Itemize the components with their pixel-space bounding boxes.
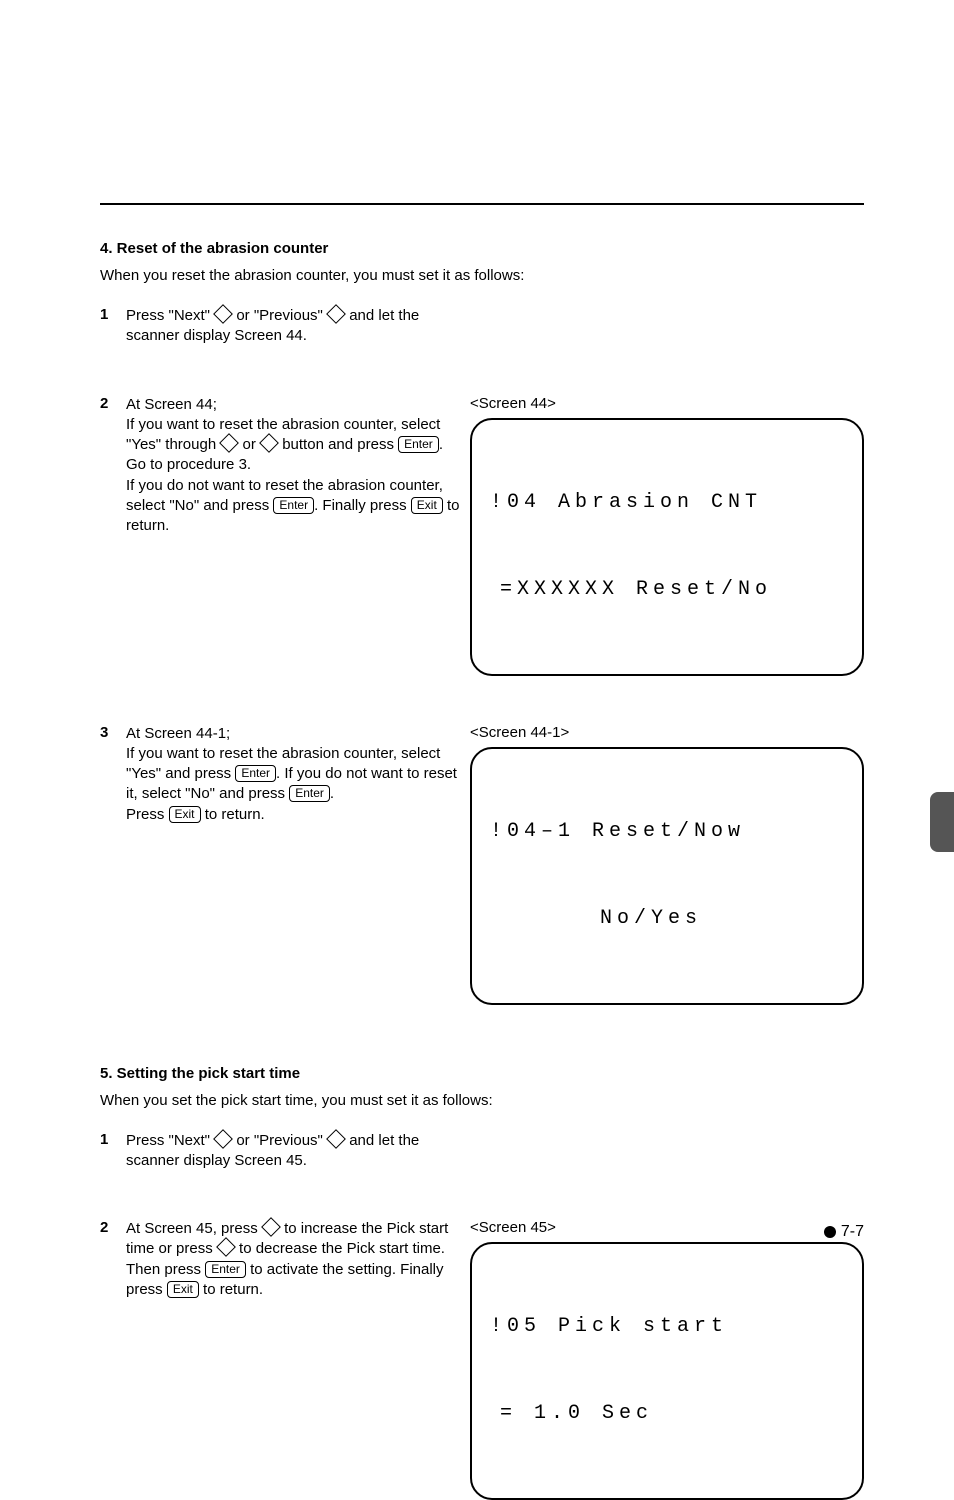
left-arrow-diamond-icon xyxy=(219,433,239,453)
section-4-intro: When you reset the abrasion counter, you… xyxy=(100,267,864,284)
lcd-line: !05 Pick start xyxy=(490,1312,844,1341)
section-5-intro: When you set the pick start time, you mu… xyxy=(100,1092,864,1109)
step-number: 1 xyxy=(100,1131,126,1148)
bullet-icon xyxy=(824,1226,836,1238)
side-tab xyxy=(930,792,954,852)
step-number: 1 xyxy=(100,306,126,323)
text: At Screen 45, press xyxy=(126,1220,262,1237)
enter-keycap-icon: Enter xyxy=(235,765,276,782)
step-number: 2 xyxy=(100,395,126,412)
text: to return. xyxy=(201,806,265,823)
text: or "Previous" xyxy=(236,307,327,324)
section-4-title: 4. Reset of the abrasion counter xyxy=(100,240,864,257)
exit-keycap-icon: Exit xyxy=(411,497,443,514)
section-5-title: 5. Setting the pick start time xyxy=(100,1065,864,1082)
step-text: At Screen 44-1; If you want to reset the… xyxy=(126,724,460,825)
text: . xyxy=(330,785,334,802)
text: Press "Next" xyxy=(126,307,214,324)
exit-keycap-icon: Exit xyxy=(167,1281,199,1298)
enter-keycap-icon: Enter xyxy=(289,785,330,802)
text: Press xyxy=(126,806,169,823)
text: . Finally press xyxy=(314,497,411,514)
text: At Screen 44; xyxy=(126,396,217,413)
lcd-screen-44: !04 Abrasion CNT =XXXXXX Reset/No xyxy=(470,418,864,676)
step-number: 2 xyxy=(100,1219,126,1236)
step-text: Press "Next" or "Previous" and let the s… xyxy=(126,1131,460,1172)
right-arrow-diamond-icon xyxy=(213,1129,233,1149)
left-arrow-diamond-icon xyxy=(326,1129,346,1149)
step-text: Press "Next" or "Previous" and let the s… xyxy=(126,306,460,347)
lcd-line: = 1.0 Sec xyxy=(490,1399,844,1428)
lcd-line: No/Yes xyxy=(490,904,844,933)
lcd-screen-44-1: !04–1 Reset/Now No/Yes xyxy=(470,747,864,1005)
enter-keycap-icon: Enter xyxy=(205,1261,246,1278)
right-arrow-diamond-icon xyxy=(259,433,279,453)
step-text: At Screen 45, press to increase the Pick… xyxy=(126,1219,460,1300)
screen-caption: <Screen 45> xyxy=(470,1219,864,1236)
down-arrow-diamond-icon xyxy=(216,1237,236,1257)
text: At Screen 44-1; xyxy=(126,725,230,742)
lcd-line: !04 Abrasion CNT xyxy=(490,488,844,517)
text: to return. xyxy=(199,1281,263,1298)
text: button and press xyxy=(282,436,398,453)
text: or "Previous" xyxy=(236,1132,327,1149)
lcd-screen-45: !05 Pick start = 1.0 Sec xyxy=(470,1242,864,1500)
step-text: At Screen 44; If you want to reset the a… xyxy=(126,395,460,537)
exit-keycap-icon: Exit xyxy=(169,806,201,823)
left-arrow-diamond-icon xyxy=(326,304,346,324)
step-number: 3 xyxy=(100,724,126,741)
screen-caption: <Screen 44> xyxy=(470,395,864,412)
right-arrow-diamond-icon xyxy=(213,304,233,324)
lcd-line: =XXXXXX Reset/No xyxy=(490,575,844,604)
text: Press "Next" xyxy=(126,1132,214,1149)
text: or xyxy=(243,436,261,453)
enter-keycap-icon: Enter xyxy=(273,497,314,514)
page-number: 7-7 xyxy=(841,1223,864,1241)
enter-keycap-icon: Enter xyxy=(398,436,439,453)
screen-caption: <Screen 44-1> xyxy=(470,724,864,741)
lcd-line: !04–1 Reset/Now xyxy=(490,817,844,846)
page-footer: 7-7 xyxy=(824,1223,864,1241)
up-arrow-diamond-icon xyxy=(261,1217,281,1237)
